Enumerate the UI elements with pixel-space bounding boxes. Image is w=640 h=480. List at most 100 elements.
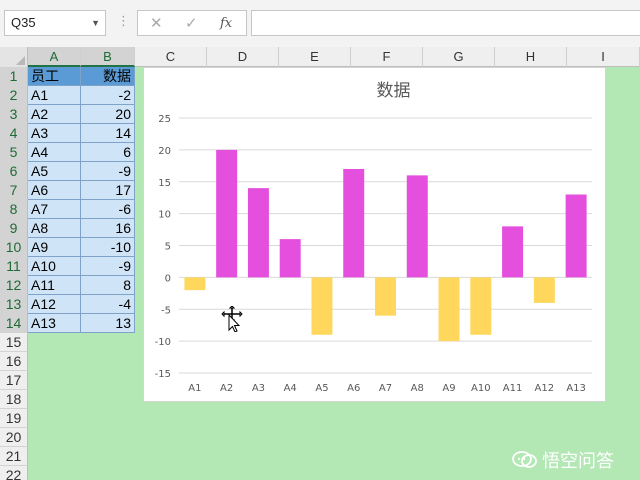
y-tick-label: 20 bbox=[158, 146, 171, 157]
x-tick-label: A1 bbox=[188, 383, 201, 394]
cancel-icon[interactable]: ✕ bbox=[150, 14, 163, 32]
row-header-19[interactable]: 19 bbox=[0, 409, 28, 428]
table-cell-employee[interactable]: A13 bbox=[28, 314, 81, 333]
table-cell-value[interactable]: -10 bbox=[81, 238, 135, 257]
bar-a4 bbox=[279, 239, 301, 278]
row-header-10[interactable]: 10 bbox=[0, 238, 28, 257]
column-header-d[interactable]: D bbox=[207, 47, 279, 67]
table-cell-employee[interactable]: A1 bbox=[28, 86, 81, 105]
row-header-7[interactable]: 7 bbox=[0, 181, 28, 200]
move-cursor-icon bbox=[221, 306, 243, 332]
name-box[interactable]: Q35 ▼ bbox=[4, 10, 106, 36]
table-cell-employee[interactable]: A8 bbox=[28, 219, 81, 238]
table-cell-value[interactable]: -9 bbox=[81, 162, 135, 181]
table-cell-value[interactable]: -9 bbox=[81, 257, 135, 276]
y-tick-label: 25 bbox=[158, 114, 171, 125]
select-all-button[interactable] bbox=[0, 47, 28, 67]
bar-a3 bbox=[247, 188, 269, 278]
column-header-a[interactable]: A bbox=[28, 47, 81, 67]
table-cell-employee[interactable]: A6 bbox=[28, 181, 81, 200]
row-header-9[interactable]: 9 bbox=[0, 219, 28, 238]
x-tick-label: A8 bbox=[411, 383, 424, 394]
row-header-11[interactable]: 11 bbox=[0, 257, 28, 276]
row-header-21[interactable]: 21 bbox=[0, 447, 28, 466]
row-header-13[interactable]: 13 bbox=[0, 295, 28, 314]
row-header-5[interactable]: 5 bbox=[0, 143, 28, 162]
chart-title: 数据 bbox=[377, 81, 411, 101]
row-header-17[interactable]: 17 bbox=[0, 371, 28, 390]
table-cell-employee[interactable]: A4 bbox=[28, 143, 81, 162]
x-tick-label: A3 bbox=[252, 383, 265, 394]
x-tick-label: A2 bbox=[220, 383, 233, 394]
table-cell-value[interactable]: 16 bbox=[81, 219, 135, 238]
bar-a9 bbox=[438, 277, 460, 342]
table-cell-value[interactable]: 8 bbox=[81, 276, 135, 295]
y-tick-label: -5 bbox=[161, 305, 171, 316]
column-headers: A B C D E F G H I bbox=[0, 47, 640, 67]
row-header-18[interactable]: 18 bbox=[0, 390, 28, 409]
row-header-12[interactable]: 12 bbox=[0, 276, 28, 295]
y-tick-label: 0 bbox=[165, 273, 171, 284]
table-cell-value[interactable]: -6 bbox=[81, 200, 135, 219]
column-header-e[interactable]: E bbox=[279, 47, 351, 67]
table-cell-employee[interactable]: A11 bbox=[28, 276, 81, 295]
table-cell-employee[interactable]: A3 bbox=[28, 124, 81, 143]
chat-bubble-icon bbox=[512, 451, 537, 468]
row-header-20[interactable]: 20 bbox=[0, 428, 28, 447]
table-cell-value[interactable]: -2 bbox=[81, 86, 135, 105]
watermark-text: 悟空问答 bbox=[542, 451, 614, 471]
x-tick-label: A7 bbox=[379, 383, 392, 394]
table-cell-value[interactable]: -4 bbox=[81, 295, 135, 314]
y-tick-label: 5 bbox=[165, 242, 171, 253]
row-header-22[interactable]: 22 bbox=[0, 466, 28, 480]
y-tick-label: 10 bbox=[158, 210, 171, 221]
check-icon[interactable]: ✓ bbox=[185, 14, 198, 32]
chart-canvas: 数据 25 20 15 10 5 0 -5 -10 -15 A1 A2 A3 A4 A5 A6 A7 A8 A9 A1… bbox=[155, 81, 592, 394]
bar-a12 bbox=[533, 277, 555, 303]
x-tick-label: A4 bbox=[284, 383, 297, 394]
table-cell-value[interactable]: 14 bbox=[81, 124, 135, 143]
column-header-i[interactable]: I bbox=[567, 47, 640, 67]
table-cell-employee[interactable]: A5 bbox=[28, 162, 81, 181]
column-header-c[interactable]: C bbox=[135, 47, 207, 67]
table-cell-value[interactable]: 6 bbox=[81, 143, 135, 162]
column-header-g[interactable]: G bbox=[423, 47, 495, 67]
column-header-h[interactable]: H bbox=[495, 47, 567, 67]
row-header-4[interactable]: 4 bbox=[0, 124, 28, 143]
table-cell-employee[interactable]: A10 bbox=[28, 257, 81, 276]
header-cell-employee[interactable]: 员工 bbox=[28, 67, 81, 86]
x-tick-label: A9 bbox=[442, 383, 455, 394]
row-header-15[interactable]: 15 bbox=[0, 333, 28, 352]
row-header-6[interactable]: 6 bbox=[0, 162, 28, 181]
table-cell-value[interactable]: 20 bbox=[81, 105, 135, 124]
y-tick-label: -10 bbox=[155, 337, 171, 348]
x-tick-label: A10 bbox=[471, 383, 491, 394]
row-header-14[interactable]: 14 bbox=[0, 314, 28, 333]
bar-chart[interactable]: 数据 25 20 15 10 5 0 -5 -10 -15 A1 A2 A3 A4 A5 A6 A7 A8 A9 A1… bbox=[143, 67, 606, 402]
x-tick-label: A13 bbox=[566, 383, 586, 394]
x-tick-label: A12 bbox=[535, 383, 555, 394]
row-header-1[interactable]: 1 bbox=[0, 67, 28, 86]
table-cell-employee[interactable]: A2 bbox=[28, 105, 81, 124]
row-header-2[interactable]: 2 bbox=[0, 86, 28, 105]
row-header-8[interactable]: 8 bbox=[0, 200, 28, 219]
chevron-down-icon[interactable]: ▼ bbox=[91, 11, 100, 35]
column-header-f[interactable]: F bbox=[351, 47, 423, 67]
bar-a10 bbox=[470, 277, 492, 335]
formula-input[interactable] bbox=[251, 10, 640, 36]
table-cell-value[interactable]: 13 bbox=[81, 314, 135, 333]
column-header-b[interactable]: B bbox=[81, 47, 135, 67]
fx-icon[interactable]: fx bbox=[220, 16, 232, 31]
table-cell-value[interactable]: 17 bbox=[81, 181, 135, 200]
table-cell-employee[interactable]: A9 bbox=[28, 238, 81, 257]
bar-a11 bbox=[502, 226, 524, 278]
bar-a5 bbox=[311, 277, 333, 335]
table-cell-employee[interactable]: A7 bbox=[28, 200, 81, 219]
row-header-16[interactable]: 16 bbox=[0, 352, 28, 371]
more-options-icon[interactable]: ⋮ bbox=[117, 13, 130, 29]
formula-bar: Q35 ▼ ⋮ ✕ ✓ fx bbox=[0, 0, 640, 47]
header-cell-data[interactable]: 数据 bbox=[81, 67, 135, 86]
table-cell-employee[interactable]: A12 bbox=[28, 295, 81, 314]
row-header-3[interactable]: 3 bbox=[0, 105, 28, 124]
bar-a13 bbox=[565, 194, 587, 278]
